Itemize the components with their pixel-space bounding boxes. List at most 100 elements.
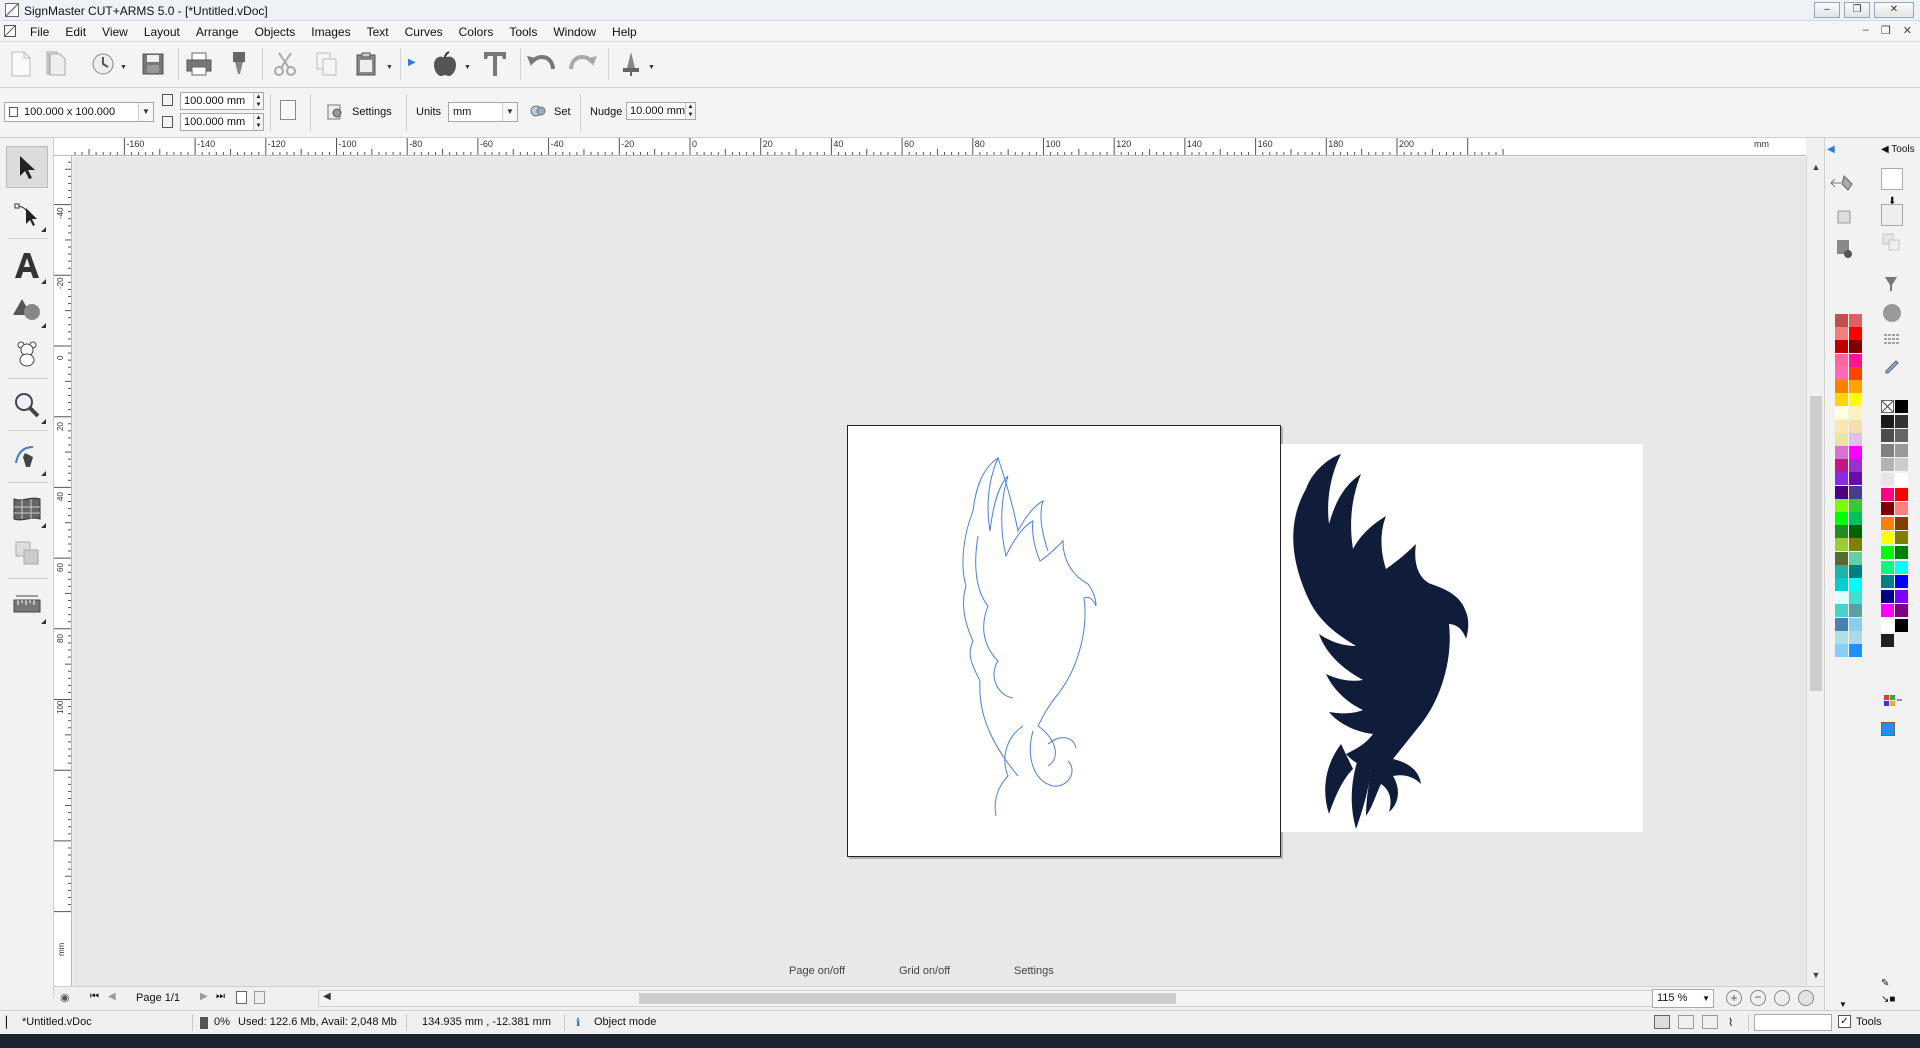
- blade-tool-icon[interactable]: [614, 47, 648, 81]
- palette-swatch[interactable]: [1835, 380, 1848, 393]
- fill-mode-icon[interactable]: ↘■: [1881, 994, 1895, 1005]
- grid-toggle-link[interactable]: Grid on/off: [899, 965, 950, 977]
- node-edit-tool-icon[interactable]: [6, 192, 48, 234]
- spinner-icon[interactable]: ▲ ▼: [253, 93, 263, 109]
- paste-dropdown-icon[interactable]: ▼: [386, 64, 393, 71]
- color-palette-secondary[interactable]: [1881, 400, 1911, 680]
- horizontal-scroll-thumb[interactable]: [639, 993, 1176, 1004]
- palette-swatch[interactable]: [1881, 473, 1894, 486]
- status-input-field[interactable]: [1754, 1014, 1832, 1031]
- palette-swatch[interactable]: [1849, 498, 1862, 512]
- drawing-canvas[interactable]: Page on/off Grid on/off Settings: [73, 157, 1806, 986]
- vertical-scrollbar[interactable]: ▲ ▼: [1806, 156, 1824, 986]
- palette-swatch[interactable]: [1835, 446, 1848, 459]
- canvas-settings-link[interactable]: Settings: [1014, 965, 1054, 977]
- document-icon[interactable]: [4, 25, 16, 37]
- undo-icon[interactable]: [524, 47, 558, 81]
- mdi-restore-button[interactable]: ❐: [1881, 24, 1891, 37]
- palette-swatch[interactable]: [1881, 619, 1894, 632]
- settings-button[interactable]: Settings: [352, 106, 392, 118]
- palette-swatch[interactable]: [1881, 429, 1894, 443]
- broom-icon[interactable]: ⌇: [1728, 1016, 1733, 1029]
- view-toggle-icon[interactable]: ◉: [60, 991, 70, 1004]
- palette-swatch[interactable]: [1849, 366, 1862, 380]
- zoom-page-icon[interactable]: [1798, 990, 1814, 1006]
- palette-swatch[interactable]: [1835, 617, 1848, 631]
- tools-panel-arrow-icon[interactable]: ◀: [1881, 144, 1891, 155]
- mdi-close-button[interactable]: ✕: [1903, 24, 1912, 37]
- palette-swatch[interactable]: [1895, 531, 1908, 545]
- print-icon[interactable]: [182, 47, 216, 81]
- palette-swatch[interactable]: [1881, 531, 1894, 545]
- palette-swatch[interactable]: [1849, 340, 1862, 354]
- snap-guides-icon[interactable]: [1702, 1015, 1718, 1029]
- palette-swatch[interactable]: [1849, 327, 1862, 341]
- spinner-icon[interactable]: ▲ ▼: [253, 114, 263, 130]
- snap-grid-icon[interactable]: [1678, 1015, 1694, 1029]
- blade-dropdown-icon[interactable]: ▼: [648, 64, 655, 71]
- palette-swatch[interactable]: [1849, 459, 1862, 473]
- palette-swatch[interactable]: [1835, 644, 1848, 657]
- zoom-out-icon[interactable]: −: [1750, 990, 1766, 1006]
- collapse-left-icon[interactable]: ◀: [1827, 144, 1835, 155]
- palette-swatch[interactable]: [1881, 502, 1894, 516]
- palette-swatch[interactable]: [1881, 546, 1894, 559]
- palette-swatch[interactable]: [1835, 485, 1848, 499]
- palette-swatch[interactable]: [1849, 578, 1862, 591]
- palette-swatch[interactable]: [1895, 575, 1908, 589]
- toolbar-expand-icon[interactable]: ▶: [408, 57, 416, 68]
- menu-objects[interactable]: Objects: [247, 25, 304, 39]
- palette-swatch[interactable]: [1895, 458, 1908, 472]
- chevron-down-icon[interactable]: ▼: [1702, 990, 1710, 1007]
- palette-swatch[interactable]: [1881, 458, 1894, 472]
- palette-swatch[interactable]: [1849, 538, 1862, 552]
- apple-icon[interactable]: [428, 47, 462, 81]
- palette-swatch[interactable]: [1895, 604, 1908, 618]
- palette-swatch[interactable]: [1881, 414, 1894, 428]
- zoom-in-icon[interactable]: +: [1726, 990, 1742, 1006]
- fill-circle-icon[interactable]: [1883, 304, 1901, 322]
- width-field[interactable]: 100.000 mm ▲ ▼: [180, 92, 264, 110]
- page-toggle-link[interactable]: Page on/off: [789, 965, 845, 977]
- color-swatch-fill[interactable]: [1881, 204, 1903, 226]
- palette-swatch[interactable]: [1849, 446, 1862, 459]
- palette-swatch[interactable]: [1849, 512, 1862, 525]
- scroll-down-icon[interactable]: ▼: [1807, 970, 1825, 980]
- phoenix-outline-vector[interactable]: [848, 426, 1282, 858]
- palette-swatch[interactable]: [1849, 432, 1862, 446]
- palette-swatch[interactable]: [1835, 551, 1848, 565]
- text-tool-icon[interactable]: [478, 47, 512, 81]
- set-button[interactable]: Set: [554, 106, 571, 118]
- palette-swatch[interactable]: [1849, 314, 1862, 327]
- palette-swatch[interactable]: [1835, 604, 1848, 618]
- palette-swatch[interactable]: [1881, 443, 1894, 457]
- palette-swatch[interactable]: [1849, 525, 1862, 539]
- palette-swatch[interactable]: [1895, 400, 1908, 413]
- horizontal-scrollbar[interactable]: ◀ ▶: [318, 990, 1706, 1007]
- palette-swatch[interactable]: [1849, 380, 1862, 393]
- pen-tool-icon[interactable]: [6, 436, 48, 478]
- menu-view[interactable]: View: [94, 25, 136, 39]
- palette-swatch[interactable]: [1849, 393, 1862, 407]
- pencil-icon[interactable]: [1883, 358, 1901, 374]
- add-page-icon[interactable]: [236, 991, 247, 1004]
- new-template-icon[interactable]: [40, 47, 74, 81]
- menu-colors[interactable]: Colors: [451, 25, 502, 39]
- palette-swatch[interactable]: [1835, 564, 1848, 578]
- palette-swatch[interactable]: [1835, 366, 1848, 380]
- chevron-down-icon[interactable]: ▼: [502, 103, 517, 121]
- palette-swatch[interactable]: [1895, 443, 1908, 457]
- text-tool-icon[interactable]: [6, 244, 48, 286]
- copy-icon[interactable]: [310, 47, 344, 81]
- zoom-tool-icon[interactable]: [6, 384, 48, 426]
- paste-icon[interactable]: [350, 47, 384, 81]
- palette-swatch[interactable]: [1849, 353, 1862, 367]
- palette-swatch[interactable]: [1849, 630, 1862, 644]
- scroll-up-icon[interactable]: ▲: [1807, 162, 1825, 172]
- palette-swatch[interactable]: [1849, 419, 1862, 433]
- copy-style-icon[interactable]: [1881, 232, 1903, 254]
- palette-swatch[interactable]: [1849, 591, 1862, 605]
- palette-swatch[interactable]: [1849, 604, 1862, 618]
- menu-file[interactable]: File: [22, 25, 57, 39]
- phoenix-silhouette-image[interactable]: [1281, 444, 1643, 832]
